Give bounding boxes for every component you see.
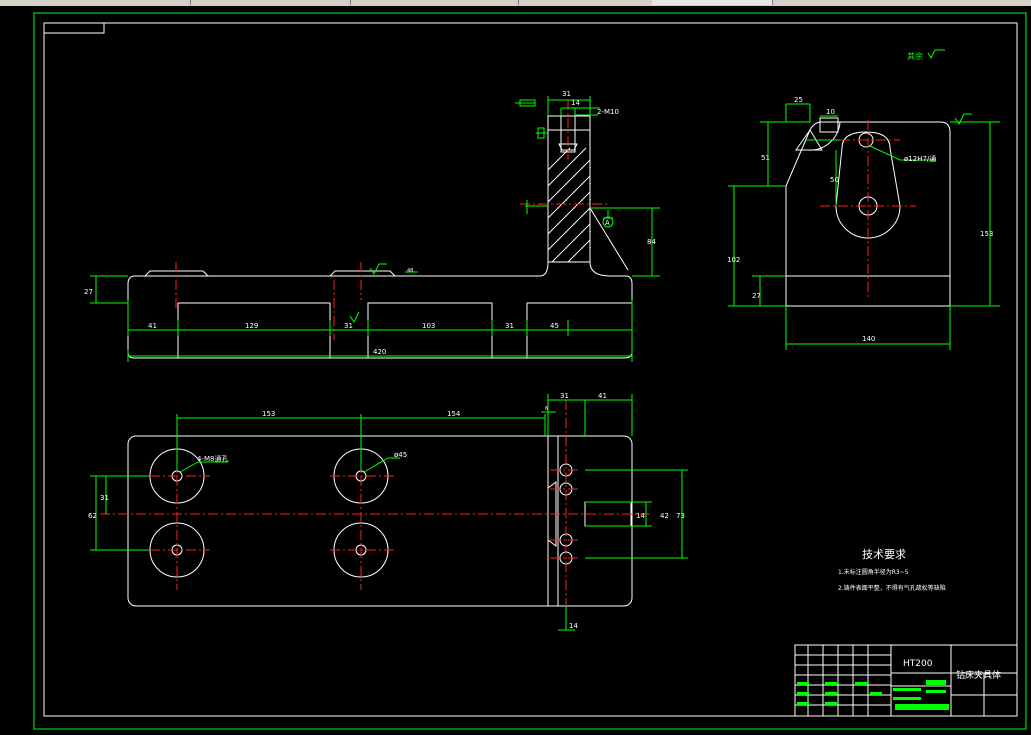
dim-51: 51 [761, 154, 770, 162]
general-roughness-note: 其余 [907, 49, 945, 61]
title-block: HT200 钻床夹具体 [794, 644, 1018, 717]
material-label: HT200 [903, 659, 933, 669]
reference-box [43, 22, 105, 34]
dim-6: 6 [545, 406, 548, 412]
outer-frame [33, 12, 1027, 730]
top-view: 153 154 31 41 6 62 31 14 42 73 14 ø45 4-… [88, 392, 688, 631]
dim-31-top-view: 31 [560, 392, 569, 400]
dim-129: 129 [245, 322, 258, 330]
dim-45: 45 [550, 322, 559, 330]
part-name: 钻床夹具体 [956, 669, 1001, 681]
datum-a: A [605, 219, 610, 227]
dim-50: 50 [830, 176, 839, 184]
dim-73: 73 [676, 512, 685, 520]
dim-140: 140 [862, 335, 875, 343]
dim-14-top: 14 [571, 99, 580, 107]
dim-62: 62 [88, 512, 97, 520]
dim-102: 102 [727, 256, 740, 264]
dim-48: 48 [407, 268, 413, 274]
hole-note: ø12H7/通 [904, 154, 936, 163]
dim-154: 154 [447, 410, 461, 418]
thru-hole-note: 4-M8通孔 [197, 454, 228, 463]
technical-requirements: 技术要求 1.未标注圆角半径为R3~5 2.铸件表面平整，不得有气孔疏松等缺陷 [838, 548, 946, 592]
dim-14-slot: 14 [636, 512, 645, 520]
tech-req-title: 技术要求 [862, 548, 906, 561]
dim-153-side: 153 [980, 230, 993, 238]
dim-31-b: 31 [505, 322, 514, 330]
side-dimension-lines [728, 103, 1000, 350]
dim-153-top: 153 [262, 410, 275, 418]
dim-27: 27 [84, 288, 93, 296]
dim-41-top-view: 41 [598, 392, 607, 400]
inner-frame [43, 22, 1018, 717]
top-dimension-lines [90, 394, 688, 631]
dim-41: 41 [148, 322, 157, 330]
dim-25: 25 [794, 96, 803, 104]
dim-14-bottom: 14 [569, 622, 578, 630]
dim-42: 42 [660, 512, 669, 520]
tech-req-item-1: 1.未标注圆角半径为R3~5 [838, 568, 909, 576]
dim-diameter-45: ø45 [394, 451, 407, 459]
drawing-sheet: 其余 27 41 129 31 103 31 45 420 84 31 14 2… [33, 12, 1027, 730]
dim-31-a: 31 [344, 322, 353, 330]
dim-31-vertical: 31 [100, 494, 109, 502]
cad-canvas[interactable]: 其余 27 41 129 31 103 31 45 420 84 31 14 2… [0, 6, 1031, 731]
dim-103: 103 [422, 322, 435, 330]
front-view: 27 41 129 31 103 31 45 420 84 31 14 2-M1… [84, 90, 660, 362]
dim-27-side: 27 [752, 292, 761, 300]
dim-420: 420 [373, 348, 386, 356]
tech-req-item-2: 2.铸件表面平整，不得有气孔疏松等缺陷 [838, 584, 946, 592]
roughness-note-text: 其余 [907, 51, 923, 61]
thread-note: 2-M10 [597, 108, 619, 116]
dim-31-top: 31 [562, 90, 571, 98]
dim-10: 10 [826, 108, 835, 116]
side-view: 25 10 51 50 102 27 153 140 ø12H7/通 [727, 96, 1000, 350]
dim-84: 84 [647, 238, 656, 246]
